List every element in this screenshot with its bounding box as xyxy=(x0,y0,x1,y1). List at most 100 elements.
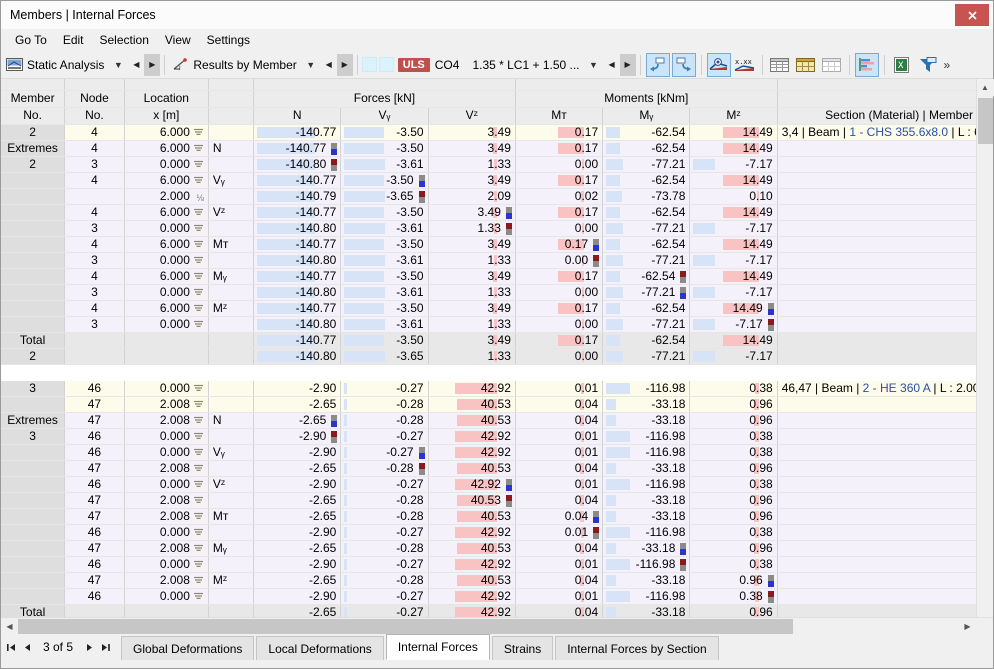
table-row[interactable]: 3 0.000 -140.80 -3.61 1.33 0.00 -77.21 -7.17 xyxy=(1,284,976,301)
cell-location[interactable]: 2.008 xyxy=(124,508,209,525)
cell-section-material-member[interactable] xyxy=(777,588,976,605)
cell-section-material-member[interactable] xyxy=(777,412,976,429)
cell-n[interactable]: -140.79 xyxy=(253,188,342,205)
cell-vz[interactable]: 3.49 xyxy=(428,236,516,253)
cell-mz[interactable]: 14.49 xyxy=(689,204,778,221)
cell-node-no[interactable] xyxy=(64,332,125,349)
chevron-down-icon[interactable]: ▼ xyxy=(110,60,126,70)
results-mode-combo[interactable]: I Results by Member ▼ xyxy=(169,54,320,76)
cell-mt[interactable]: 0.02 xyxy=(515,188,604,205)
cell-vz[interactable]: 40.53 xyxy=(428,396,516,413)
cell-mz[interactable]: 14.49 xyxy=(689,236,778,253)
table-row[interactable]: 47 2.008 -2.65 -0.28 40.53 0.04 -33.18 0.96 xyxy=(1,396,976,413)
cell-section-material-member[interactable] xyxy=(777,604,976,617)
cell-n[interactable]: -2.90 xyxy=(253,428,342,445)
cell-vy[interactable]: -3.50 xyxy=(340,204,429,221)
cell-node-no[interactable]: 3 xyxy=(64,220,125,237)
cell-mt[interactable]: 0.17 xyxy=(515,332,604,349)
cell-node-no[interactable]: 47 xyxy=(64,572,125,589)
cell-mt[interactable]: 0.00 xyxy=(515,284,604,301)
cell-mt[interactable]: 0.04 xyxy=(515,460,604,477)
cell-mz[interactable]: 0.38 xyxy=(689,380,778,397)
cell-node-no[interactable]: 47 xyxy=(64,460,125,477)
cell-vz[interactable]: 42.92 xyxy=(428,556,516,573)
menu-edit[interactable]: Edit xyxy=(55,31,92,49)
cell-mz[interactable]: 14.49 xyxy=(689,172,778,189)
cell-n[interactable]: -2.65 xyxy=(253,508,342,525)
cell-vy[interactable]: -0.28 xyxy=(340,508,429,525)
cell-section-material-member[interactable]: 46,47 | Beam | 2 - HE 360 A | L : 2.008 … xyxy=(777,380,976,397)
cell-member-no[interactable] xyxy=(1,188,66,205)
cell-mt[interactable]: 0.04 xyxy=(515,396,604,413)
cell-vz[interactable]: 1.33 xyxy=(428,284,516,301)
cell-section-material-member[interactable]: 3,4 | Beam | 1 - CHS 355.6x8.0 | L : 6.0… xyxy=(777,124,976,141)
cell-mt[interactable]: 0.01 xyxy=(515,428,604,445)
toolbar-overflow-button[interactable]: » xyxy=(941,58,954,72)
cell-vy[interactable]: -3.50 xyxy=(340,300,429,317)
first-page-button[interactable] xyxy=(3,634,19,660)
results-next-button[interactable]: ▶ xyxy=(336,53,353,76)
table-row[interactable]: 3 0.000 -140.80 -3.61 1.33 0.00 -77.21 -7.17 xyxy=(1,220,976,237)
cell-section-material-member[interactable] xyxy=(777,476,976,493)
table-row[interactable]: 47 2.008 Mᵧ -2.65 -0.28 40.53 0.04 -33.18 0.96 xyxy=(1,540,976,557)
export-excel-button[interactable]: X xyxy=(890,53,914,77)
cell-vz[interactable]: 42.92 xyxy=(428,476,516,493)
analysis-next-button[interactable]: ▶ xyxy=(144,53,161,76)
cell-mt[interactable]: 0.00 xyxy=(515,252,604,269)
cell-mt[interactable]: 0.17 xyxy=(515,268,604,285)
cell-member-no[interactable]: 3 xyxy=(1,428,66,445)
cell-node-no[interactable]: 3 xyxy=(64,284,125,301)
cell-mt[interactable]: 0.04 xyxy=(515,508,604,525)
vertical-scrollbar[interactable]: ▲ xyxy=(976,79,994,617)
cell-member-no[interactable]: Extremes xyxy=(1,412,66,429)
cell-member-no[interactable] xyxy=(1,508,66,525)
cell-location[interactable]: 6.000 xyxy=(124,140,209,157)
cell-vy[interactable]: -3.50 xyxy=(340,124,429,141)
header-n[interactable]: N xyxy=(253,107,342,125)
cell-node-no[interactable] xyxy=(64,188,125,205)
tab-strains[interactable]: Strains xyxy=(491,636,554,660)
cell-member-no[interactable] xyxy=(1,284,66,301)
cell-location[interactable]: 2.008 xyxy=(124,492,209,509)
cell-vy[interactable]: -0.28 xyxy=(340,572,429,589)
cell-node-no[interactable]: 46 xyxy=(64,556,125,573)
cell-node-no[interactable]: 46 xyxy=(64,428,125,445)
table-row[interactable]: 47 2.008 Mᶻ -2.65 -0.28 40.53 0.04 -33.18 0.96 xyxy=(1,572,976,589)
cell-mz[interactable]: -7.17 xyxy=(689,316,778,333)
cell-mt[interactable]: 0.04 xyxy=(515,604,604,617)
cell-node-no[interactable] xyxy=(64,604,125,617)
table-row[interactable]: 4 6.000 Mᶻ -140.77 -3.50 3.49 0.17 -62.54 14.49 xyxy=(1,300,976,317)
cell-vy[interactable]: -3.50 xyxy=(340,332,429,349)
cell-mz[interactable]: 0.96 xyxy=(689,492,778,509)
cell-n[interactable]: -2.90 xyxy=(253,444,342,461)
tab-internal-forces-by-section[interactable]: Internal Forces by Section xyxy=(555,636,719,660)
cell-vy[interactable]: -3.65 xyxy=(340,188,429,205)
cell-vz[interactable]: 1.33 xyxy=(428,316,516,333)
cell-n[interactable]: -2.65 xyxy=(253,412,342,429)
cell-my[interactable]: -62.54 xyxy=(602,300,691,317)
cell-member-no[interactable]: Extremes xyxy=(1,140,66,157)
cell-vy[interactable]: -0.28 xyxy=(340,540,429,557)
cell-node-no[interactable]: 46 xyxy=(64,524,125,541)
cell-node-no[interactable]: 46 xyxy=(64,476,125,493)
cell-section-material-member[interactable] xyxy=(777,556,976,573)
cell-member-no[interactable] xyxy=(1,204,66,221)
cell-my[interactable]: -33.18 xyxy=(602,540,691,557)
cell-n[interactable]: -2.65 xyxy=(253,492,342,509)
cell-location[interactable]: 6.000 xyxy=(124,124,209,141)
cell-mt[interactable]: 0.17 xyxy=(515,204,604,221)
next-page-button[interactable] xyxy=(81,634,97,660)
cell-location[interactable] xyxy=(124,332,209,349)
cell-member-no[interactable] xyxy=(1,252,66,269)
cell-node-no[interactable]: 46 xyxy=(64,380,125,397)
cell-mt[interactable]: 0.04 xyxy=(515,572,604,589)
cell-n[interactable]: -140.77 xyxy=(253,124,342,141)
cell-n[interactable]: -140.80 xyxy=(253,284,342,301)
cell-mt[interactable]: 0.17 xyxy=(515,236,604,253)
table-row[interactable]: 46 0.000 -2.90 -0.27 42.92 0.01 -116.98 0.38 xyxy=(1,588,976,605)
table-empty-button[interactable] xyxy=(820,53,844,77)
cell-my[interactable]: -62.54 xyxy=(602,124,691,141)
tab-local-deformations[interactable]: Local Deformations xyxy=(256,636,384,660)
cell-my[interactable]: -33.18 xyxy=(602,412,691,429)
cell-location[interactable]: 6.000 xyxy=(124,236,209,253)
